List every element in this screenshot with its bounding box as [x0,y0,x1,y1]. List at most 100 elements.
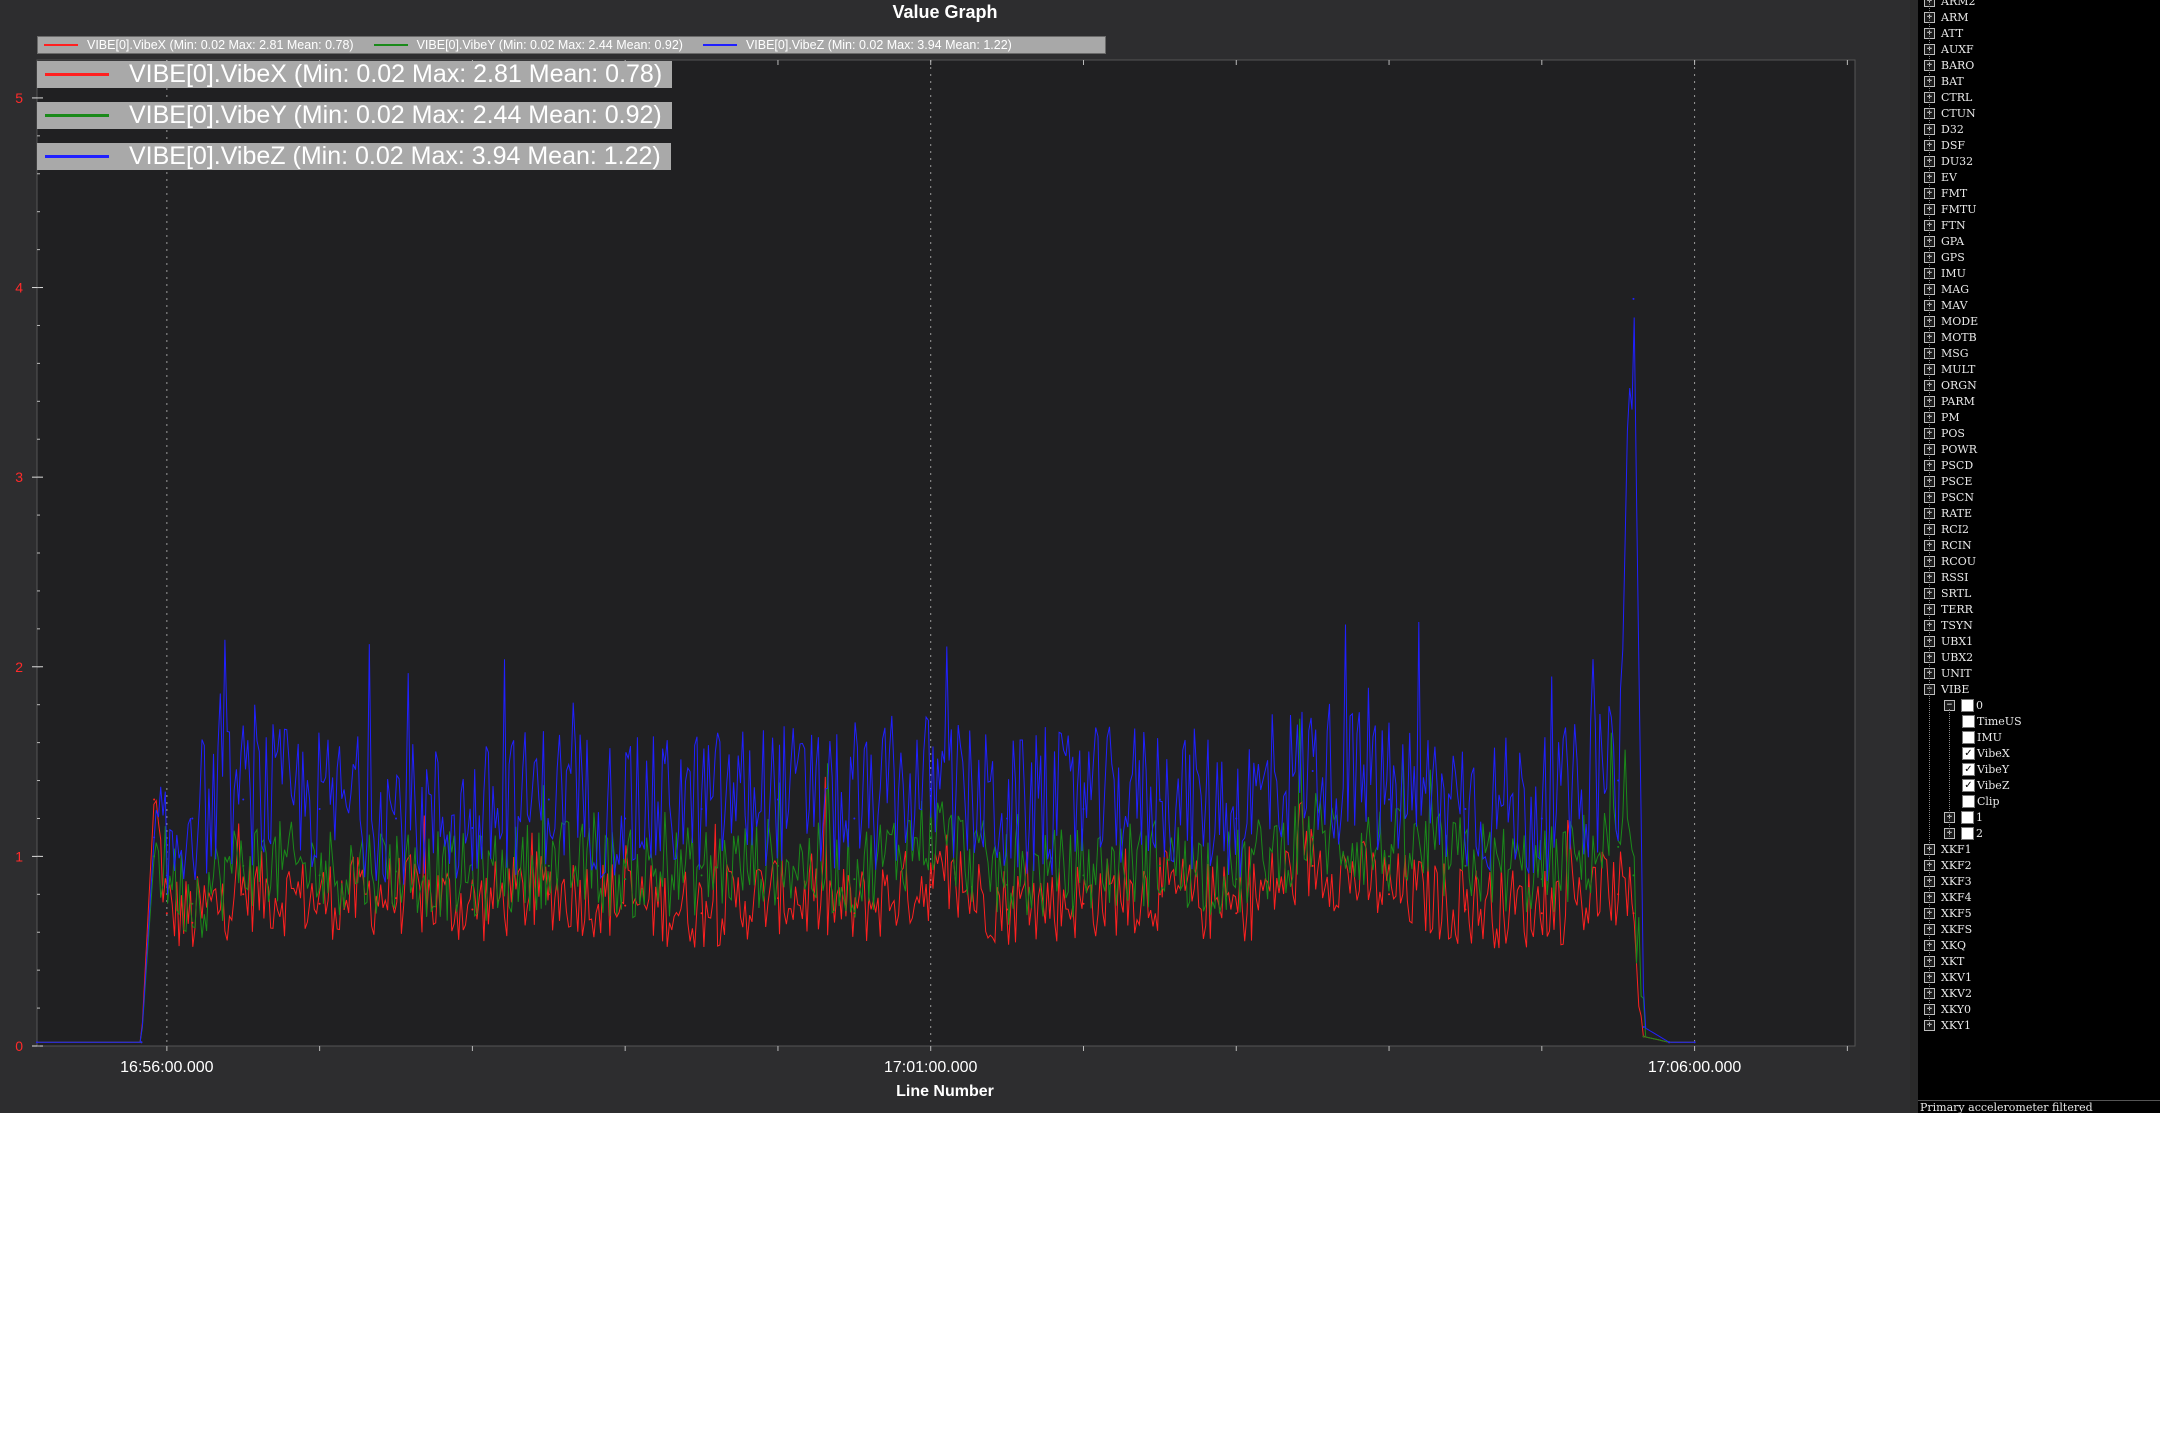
tree-item-xky1[interactable]: + XKY1 [1924,1017,1971,1033]
tree-checkbox[interactable] [1962,794,1975,808]
tree-field-vibez[interactable]: ✓ VibeZ [1962,777,2009,793]
tree-checkbox[interactable]: ✓ [1962,746,1975,760]
data-point [1464,807,1467,810]
tree-checkbox[interactable]: ✓ [1962,762,1975,776]
tree-item-gps[interactable]: + GPS [1924,249,1965,265]
tree-item-dsf[interactable]: + DSF [1924,137,1965,153]
legend-swatch [373,44,408,46]
tree-item-unit[interactable]: + UNIT [1924,665,1972,681]
tree-item-pos[interactable]: + POS [1924,425,1965,441]
tree-item-psce[interactable]: + PSCE [1924,473,1972,489]
tree-item-mult[interactable]: + MULT [1924,361,1975,377]
tree-guide-line [1929,0,1930,1025]
tree-item-xkt[interactable]: + XKT [1924,953,1964,969]
tree-item-label: AUXF [1941,42,1974,56]
tree-item-terr[interactable]: + TERR [1924,601,1973,617]
tree-item-label: PSCN [1941,490,1974,504]
tree-item-xkf1[interactable]: + XKF1 [1924,841,1972,857]
tree-item-ftn[interactable]: + FTN [1924,217,1966,233]
tree-item-powr[interactable]: + POWR [1924,441,1977,457]
tree-item-label: Clip [1977,794,2000,808]
tree-item-xky0[interactable]: + XKY0 [1924,1001,1971,1017]
log-message-tree[interactable]: + ARM2 + ARM + ATT + AUXF + BARO + BAT + CTRL + CTUN + D3… [1918,0,2160,1100]
tree-item-xkfs[interactable]: + XKFS [1924,921,1972,937]
tree-item-label: RCIN [1941,538,1972,552]
data-point [776,864,779,867]
tree-item-ctun[interactable]: + CTUN [1924,105,1976,121]
tree-item-xkf4[interactable]: + XKF4 [1924,889,1972,905]
tree-item-rcin[interactable]: + RCIN [1924,537,1972,553]
tree-item-orgn[interactable]: + ORGN [1924,377,1977,393]
tree-item-arm[interactable]: + ARM [1924,9,1969,25]
tree-field-vibey[interactable]: ✓ VibeY [1962,761,2009,777]
tree-item-auxf[interactable]: + AUXF [1924,41,1974,57]
tree-field-vibex[interactable]: ✓ VibeX [1962,745,2010,761]
tree-item-label: MOTB [1941,330,1977,344]
tree-item-xkv2[interactable]: + XKV2 [1924,985,1972,1001]
tree-checkbox[interactable] [1962,730,1975,744]
tree-item-mag[interactable]: + MAG [1924,281,1969,297]
data-point [1540,817,1543,820]
tree-item-ubx1[interactable]: + UBX1 [1924,633,1973,649]
tree-item-imu[interactable]: + IMU [1924,265,1966,281]
x-tick-label: 17:01:00.000 [884,1059,978,1076]
tree-item-rssi[interactable]: + RSSI [1924,569,1969,585]
tree-item-gpa[interactable]: + GPA [1924,233,1964,249]
tree-item-label: XKFS [1941,922,1973,936]
data-point [1006,883,1009,886]
tree-item-rcou[interactable]: + RCOU [1924,553,1976,569]
tree-item-xkf2[interactable]: + XKF2 [1924,857,1972,873]
tree-item-motb[interactable]: + MOTB [1924,329,1977,345]
tree-item-xkf3[interactable]: + XKF3 [1924,873,1972,889]
data-point [853,817,856,820]
tree-item-label: PSCD [1941,458,1974,472]
tree-item-pscd[interactable]: + PSCD [1924,457,1973,473]
tree-item-tsyn[interactable]: + TSYN [1924,617,1973,633]
data-point [624,817,627,820]
value-graph-panel[interactable]: Value Graph 16:56:00.000 17:01:00.000 17:0… [0,0,1910,1113]
tree-item-parm[interactable]: + PARM [1924,393,1975,409]
tree-item-baro[interactable]: + BARO [1924,57,1974,73]
tree-item-arm2[interactable]: + ARM2 [1924,0,1976,9]
tree-field-imu[interactable]: IMU [1962,729,2002,745]
data-point [1668,1041,1671,1044]
tree-item-ubx2[interactable]: + UBX2 [1924,649,1973,665]
tree-item-rate[interactable]: + RATE [1924,505,1972,521]
tree-item-xkv1[interactable]: + XKV1 [1924,969,1972,985]
tree-item-xkf5[interactable]: + XKF5 [1924,905,1972,921]
tree-checkbox[interactable] [1961,826,1974,840]
data-point [36,1041,38,1044]
tree-item-label: VibeY [1977,762,2010,776]
tree-item-msg[interactable]: + MSG [1924,345,1969,361]
tree-item-rci2[interactable]: + RCI2 [1924,521,1969,537]
data-point [776,798,779,801]
tree-item-mav[interactable]: + MAV [1924,297,1968,313]
tree-checkbox[interactable]: ✓ [1962,778,1975,792]
tree-checkbox[interactable] [1961,810,1974,824]
tree-item-xkq[interactable]: + XKQ [1924,937,1966,953]
plot-area[interactable] [36,59,1856,1047]
tree-field-clip[interactable]: Clip [1962,793,2000,809]
tree-item-mode[interactable]: + MODE [1924,313,1978,329]
tree-item-fmt[interactable]: + FMT [1924,185,1967,201]
splitter[interactable] [1910,0,1918,1113]
y-tick-label: 0 [15,1038,23,1054]
legend-swatch [45,155,109,158]
tree-item-ctrl[interactable]: + CTRL [1924,89,1972,105]
tree-field-timeus[interactable]: TimeUS [1962,713,2022,729]
tree-checkbox[interactable] [1961,698,1974,712]
tree-item-label: MAG [1941,282,1969,296]
tree-item-fmtu[interactable]: + FMTU [1924,201,1977,217]
tree-item-srtl[interactable]: + SRTL [1924,585,1971,601]
legend-expanded-item: VIBE[0].VibeX (Min: 0.02 Max: 2.81 Mean:… [37,60,673,88]
tree-checkbox[interactable] [1962,714,1975,728]
y-tick-label: 5 [15,90,23,106]
tree-item-pscn[interactable]: + PSCN [1924,489,1974,505]
data-point [140,1041,143,1044]
data-point [1311,836,1314,839]
tree-item-du32[interactable]: + DU32 [1924,153,1973,169]
tree-item-label: IMU [1941,266,1966,280]
tree-item-label: XKV2 [1941,986,1972,1000]
data-point [929,836,932,839]
tree-item-vibe[interactable]: − VIBE [1924,681,1969,697]
